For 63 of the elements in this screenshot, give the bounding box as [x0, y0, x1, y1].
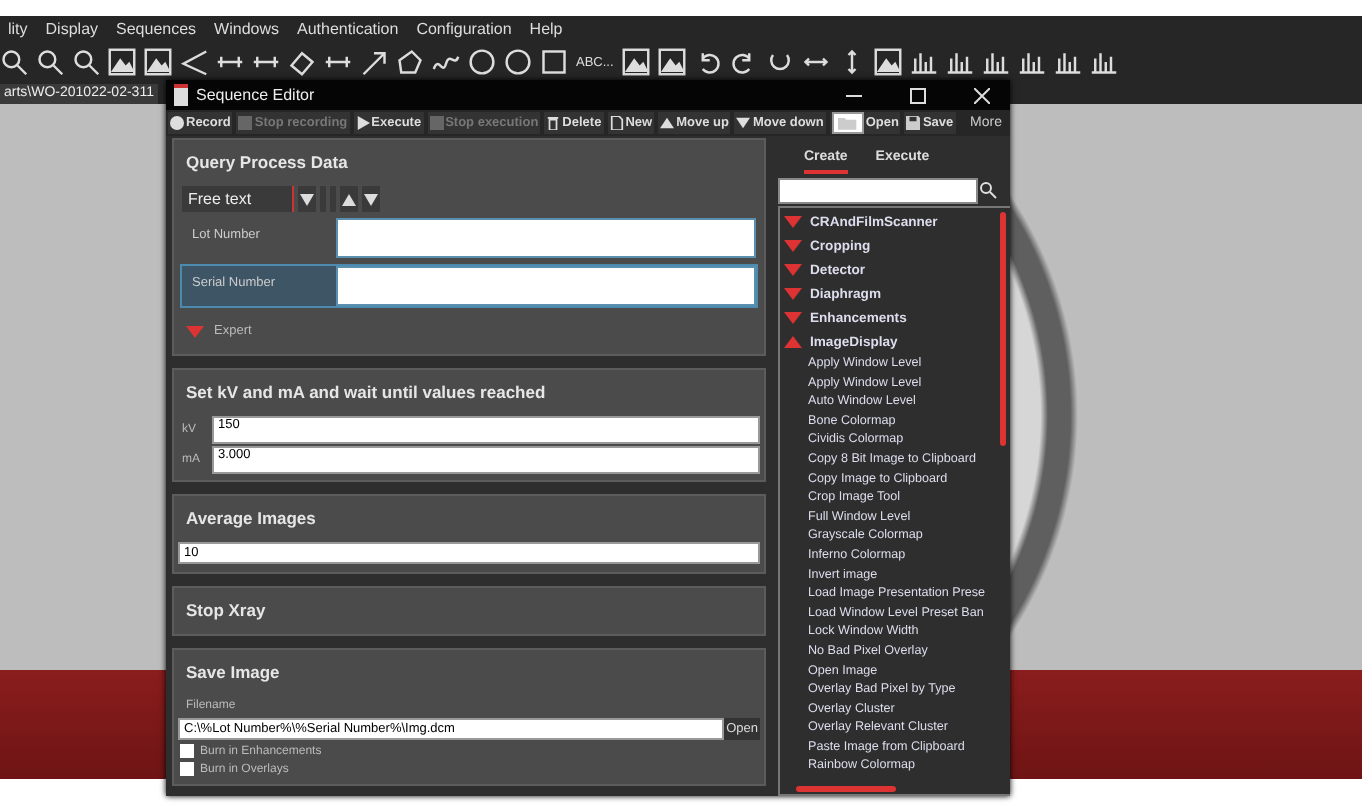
image-icon[interactable] [873, 48, 902, 76]
move-down-button[interactable] [362, 186, 380, 212]
zoom-icon[interactable] [36, 48, 64, 76]
page-icon [609, 116, 624, 130]
play-icon [355, 116, 370, 130]
polygon-icon[interactable] [396, 48, 424, 76]
close-icon [974, 87, 990, 103]
down-triangle-icon [300, 193, 314, 205]
angle-icon[interactable] [180, 48, 208, 76]
menu-item[interactable]: lity [8, 19, 28, 37]
input-field[interactable] [336, 266, 756, 306]
step-title: Set kV and mA and wait until values reached [184, 380, 548, 406]
bar-chart-icon[interactable] [1053, 48, 1082, 76]
image-icon[interactable] [108, 48, 136, 76]
down-triangle-icon [736, 116, 751, 130]
menu-item[interactable]: Windows [214, 19, 279, 37]
dropdown-button[interactable] [298, 186, 316, 212]
menu-item[interactable]: Authentication [297, 19, 399, 37]
search-field[interactable] [778, 178, 978, 204]
window-title: Sequence Editor [196, 86, 317, 104]
scrollbar[interactable] [1000, 212, 1006, 446]
checkbox[interactable] [180, 762, 194, 776]
up-triangle-icon [660, 116, 675, 130]
menu-item[interactable]: Display [45, 19, 99, 37]
image-icon[interactable] [621, 48, 650, 76]
collapse-triangle-icon [784, 336, 802, 348]
circle-icon[interactable] [468, 48, 496, 76]
up-triangle-icon [342, 193, 356, 205]
bar-chart-icon[interactable] [981, 48, 1010, 76]
step-title: Average Images [184, 506, 318, 532]
checkbox[interactable] [180, 744, 194, 758]
maximize-icon [910, 87, 926, 103]
step-title: Save Image [184, 660, 282, 686]
menu-item[interactable]: Sequences [116, 19, 197, 37]
square-icon[interactable] [540, 48, 568, 76]
image-icon[interactable] [144, 48, 172, 76]
save-icon [906, 116, 921, 130]
bar-chart-icon[interactable] [1089, 48, 1118, 76]
zoom-icon[interactable] [72, 48, 100, 76]
arrow-icon[interactable] [360, 48, 388, 76]
stop-icon [429, 116, 444, 130]
expand-triangle-icon [186, 325, 204, 337]
scrollbar[interactable] [796, 786, 896, 792]
stop-icon [238, 116, 253, 130]
move-up-button[interactable] [340, 186, 358, 212]
step-title: Stop Xray [184, 598, 268, 624]
app-icon [174, 84, 188, 106]
bar-chart-icon[interactable] [945, 48, 974, 76]
bar-chart-icon[interactable] [1017, 48, 1046, 76]
circle-icon[interactable] [504, 48, 532, 76]
down-triangle-icon [364, 193, 378, 205]
menu-item[interactable]: Configuration [416, 19, 512, 37]
bar-chart-icon[interactable] [909, 48, 938, 76]
menu-item[interactable]: Help [529, 19, 563, 37]
type-dropdown[interactable]: Free text [182, 186, 294, 212]
zoom-icon[interactable] [0, 48, 28, 76]
record-icon [170, 116, 184, 130]
step-title: Query Process Data [184, 150, 350, 176]
search-icon[interactable] [978, 178, 998, 200]
trash-icon [546, 116, 561, 130]
image-icon[interactable] [657, 48, 686, 76]
input-field[interactable] [336, 218, 756, 258]
folder-icon [831, 112, 864, 134]
